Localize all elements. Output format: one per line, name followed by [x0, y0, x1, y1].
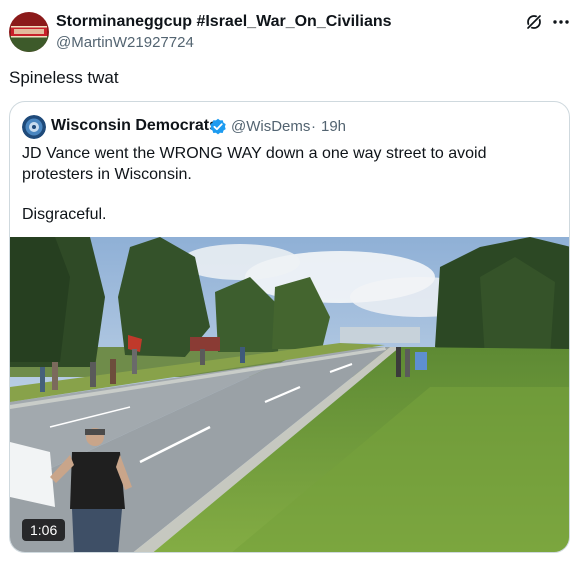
verified-badge-icon — [209, 118, 227, 136]
video-thumbnail — [10, 237, 569, 552]
quoted-timestamp[interactable]: 19h — [321, 118, 346, 135]
video-duration-badge: 1:06 — [22, 519, 66, 541]
tweet-text: Spineless twat — [9, 68, 119, 87]
grok-icon[interactable] — [525, 13, 543, 31]
dot-separator: · — [311, 118, 316, 135]
more-icon[interactable] — [551, 13, 571, 31]
quoted-text-line-2: Disgraceful. — [22, 206, 107, 223]
quoted-author-display-name[interactable]: Wisconsin Democrats — [51, 117, 218, 135]
author-avatar[interactable] — [9, 12, 49, 52]
video-player[interactable]: 1:06 — [10, 237, 569, 552]
quoted-author-handle[interactable]: @WisDems — [231, 118, 310, 135]
author-display-name[interactable]: Storminaneggcup #Israel_War_On_Civilians — [56, 13, 392, 31]
quoted-author-avatar[interactable] — [22, 115, 46, 139]
author-handle[interactable]: @MartinW21927724 — [56, 34, 194, 51]
quoted-text-line-1: JD Vance went the WRONG WAY down a one w… — [22, 145, 487, 183]
quoted-tweet[interactable]: Wisconsin Democrats @WisDems · 19h JD Va… — [9, 101, 570, 553]
tweet[interactable]: Storminaneggcup #Israel_War_On_Civilians… — [0, 0, 580, 566]
quoted-tweet-text: JD Vance went the WRONG WAY down a one w… — [22, 143, 562, 225]
